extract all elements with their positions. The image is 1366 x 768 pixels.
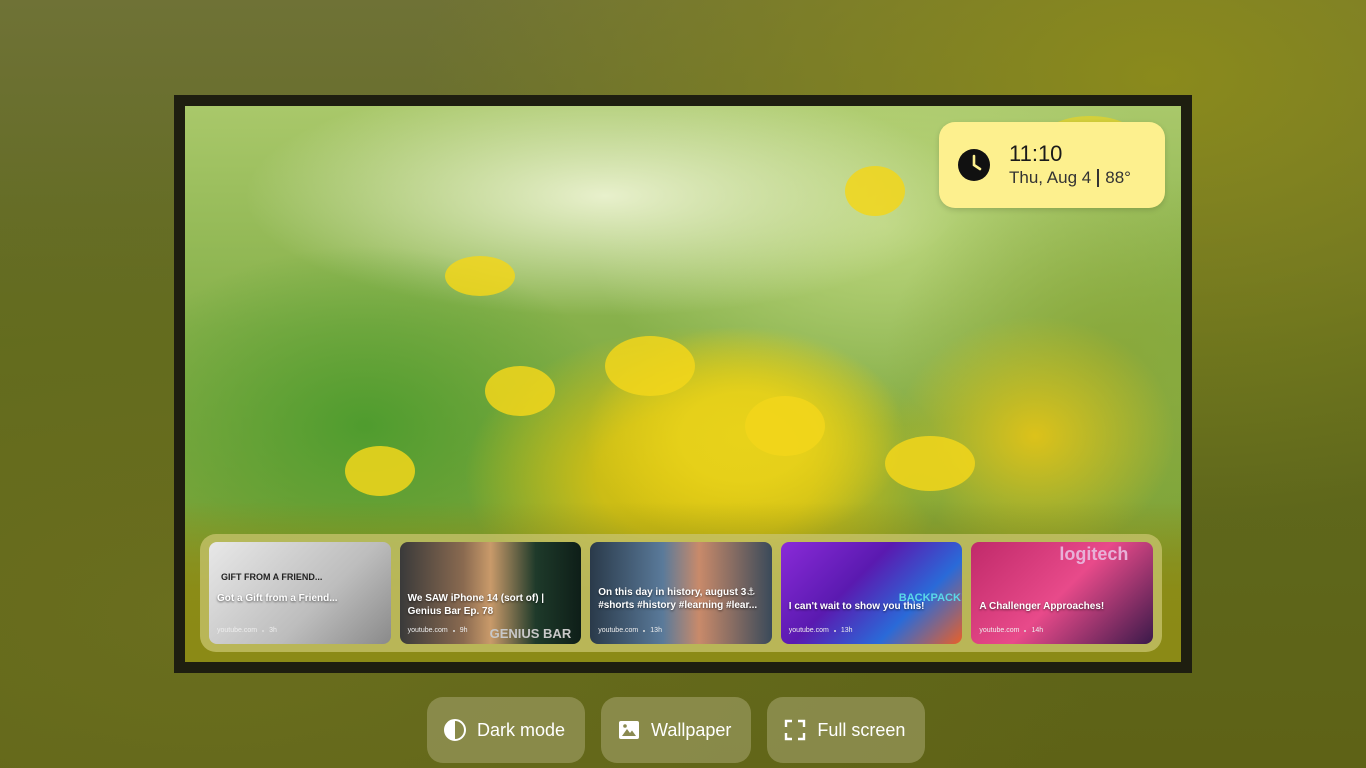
wallpaper-preview: 11:10 Thu, Aug 4 88° GIFT FROM A FRIEND.… [185, 106, 1181, 662]
full-screen-label: Full screen [817, 719, 906, 740]
flower-decoration [605, 336, 695, 396]
clock-temperature: 88° [1105, 168, 1131, 187]
card-age: 13h [650, 627, 662, 634]
image-icon [619, 721, 640, 739]
clock-widget: 11:10 Thu, Aug 4 88° [939, 122, 1165, 208]
card-source: youtube.com [788, 627, 829, 634]
clock-date: Thu, Aug 4 [1009, 168, 1092, 187]
fullscreen-icon [785, 719, 806, 741]
bottom-toolbar: Dark mode Wallpaper Full screen [427, 697, 926, 763]
card-title: A Challenger Approaches! [979, 601, 1105, 612]
full-screen-button[interactable]: Full screen [767, 697, 926, 763]
card-age: 13h [840, 627, 853, 634]
card-overlay-text: GENIUS BAR [489, 626, 572, 641]
screen-frame: 11:10 Thu, Aug 4 88° GIFT FROM A FRIEND.… [174, 95, 1192, 673]
media-card[interactable]: logitech A Challenger Approaches! youtub… [971, 542, 1153, 644]
media-strip: GIFT FROM A FRIEND... Got a Gift from a … [200, 534, 1162, 652]
card-overlay-text: GIFT FROM A FRIEND... [221, 572, 323, 582]
card-meta: youtube.com 13h [598, 627, 662, 634]
card-age: 9h [459, 627, 468, 634]
card-title: We SAW iPhone 14 (sort of) | Genius Bar … [407, 593, 545, 617]
contrast-icon [444, 719, 466, 741]
card-meta: youtube.com 9h [408, 627, 468, 634]
card-meta: youtube.com 14h [979, 627, 1043, 634]
clock-time: 11:10 [1009, 141, 1063, 166]
flower-decoration [745, 396, 825, 456]
card-meta: youtube.com 3h [217, 627, 277, 634]
card-title: I can't wait to show you this! [788, 601, 925, 612]
card-overlay-text: logitech [1059, 544, 1129, 564]
wallpaper-label: Wallpaper [651, 719, 732, 740]
meta-dot [1024, 629, 1027, 632]
media-card[interactable]: BACKPACK! I can't wait to show you this!… [780, 542, 963, 644]
wallpaper-button[interactable]: Wallpaper [601, 697, 752, 763]
clock-date-row: Thu, Aug 4 88° [1009, 167, 1131, 189]
dark-mode-button[interactable]: Dark mode [427, 697, 586, 763]
flower-decoration [445, 256, 515, 296]
dark-mode-label: Dark mode [477, 719, 566, 740]
card-source: youtube.com [598, 627, 639, 634]
flower-decoration [485, 366, 555, 416]
card-meta: youtube.com 13h [789, 627, 853, 634]
flower-decoration [845, 166, 905, 216]
card-source: youtube.com [407, 627, 448, 634]
media-card[interactable]: GENIUS BAR We SAW iPhone 14 (sort of) | … [399, 542, 582, 644]
flower-decoration [885, 436, 975, 491]
card-source: youtube.com [979, 627, 1020, 634]
media-card[interactable]: GIFT FROM A FRIEND... Got a Gift from a … [209, 542, 391, 644]
meta-dot [452, 629, 455, 632]
card-title: Got a Gift from a Friend... [217, 593, 338, 604]
card-age: 3h [269, 627, 277, 634]
card-age: 14h [1031, 627, 1044, 634]
meta-dot [262, 629, 265, 632]
media-card[interactable]: On this day in history, august 3⚓ #short… [590, 542, 772, 644]
card-source: youtube.com [217, 627, 258, 634]
card-title: On this day in history, august 3⚓ #short… [598, 587, 758, 611]
meta-dot [833, 629, 836, 632]
flower-decoration [345, 446, 415, 496]
clock-separator [1097, 169, 1100, 187]
meta-dot [643, 629, 646, 632]
clock-icon [958, 149, 990, 181]
